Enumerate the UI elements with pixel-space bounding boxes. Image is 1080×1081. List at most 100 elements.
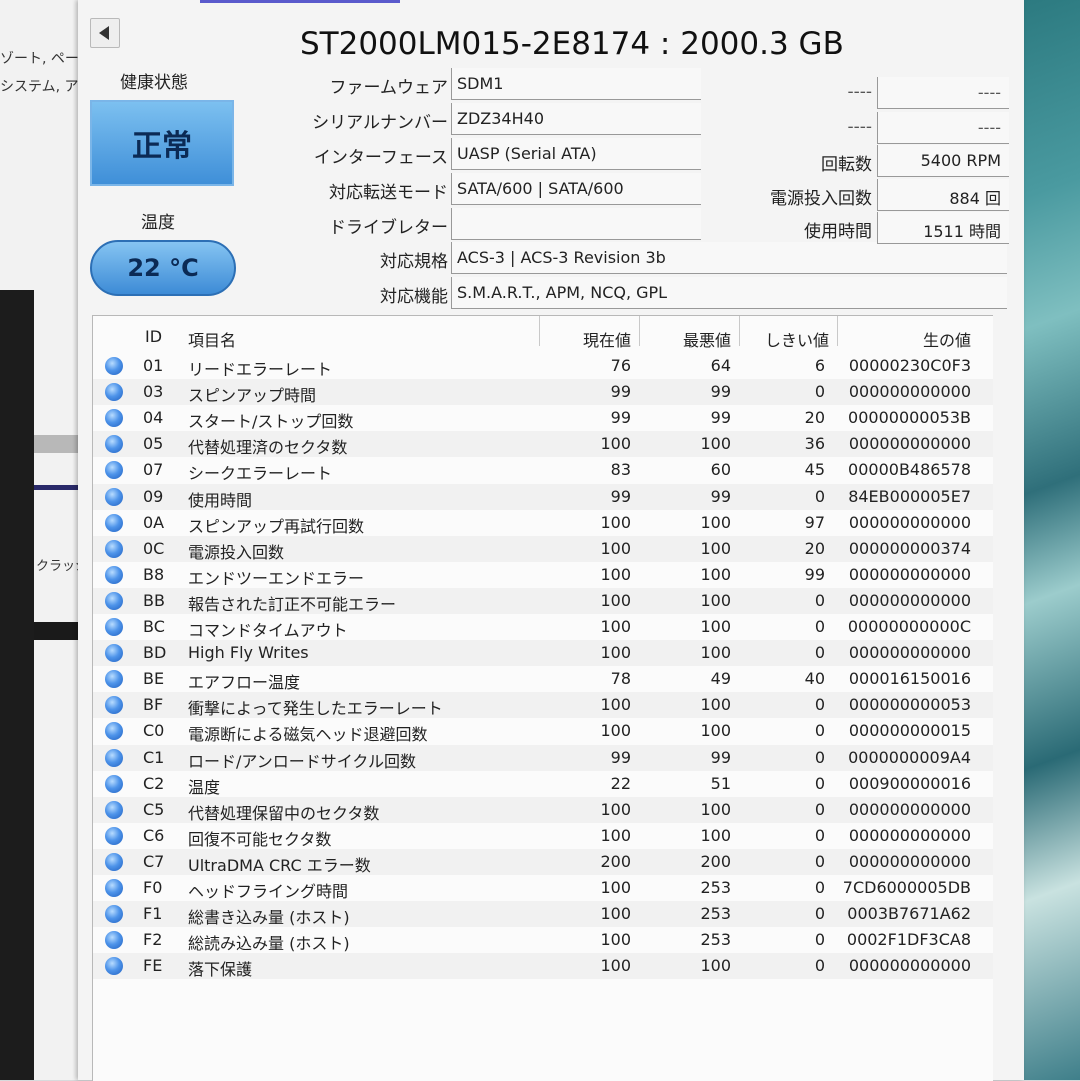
cell-id: C5 [143,799,165,819]
table-row[interactable]: BD High Fly Writes 100 100 0 000000000000 [93,640,993,667]
drive-letter-value [451,208,701,240]
cell-current: 22 [610,773,631,793]
cell-id: BD [143,643,167,663]
disk-title: ST2000LM015-2E8174 : 2000.3 GB [300,26,844,62]
cell-worst: 253 [700,904,731,924]
background-window: ゾート, ペー システム, ア クラッシ [0,0,88,1080]
table-row[interactable]: F2 総読み込み量 (ホスト) 100 253 0 0002F1DF3CA8 [93,927,993,953]
status-circle-icon [105,957,123,976]
cell-id: 07 [143,460,164,480]
table-row[interactable]: 07 シークエラーレート 83 60 45 00000B486578 [93,457,993,483]
cell-threshold: 36 [804,434,825,454]
cell-worst: 99 [710,747,731,767]
table-row[interactable]: C1 ロード/アンロードサイクル回数 99 99 0 0000000009A4 [93,744,993,771]
cell-raw: 000000000000 [848,643,971,663]
cell-current: 100 [600,721,631,741]
cell-threshold: 0 [814,904,825,924]
unused-label-1: ---- [847,82,872,102]
cell-name: 使用時間 [188,490,253,510]
table-row[interactable]: C2 温度 22 51 0 000900000016 [93,771,993,797]
cell-worst: 253 [700,878,731,897]
cell-worst: 100 [700,721,731,741]
health-status-button[interactable]: 正常 [90,100,234,186]
table-row[interactable]: BE エアフロー温度 78 49 40 000016150016 [93,666,993,692]
cell-current: 200 [600,851,631,871]
cell-threshold: 0 [814,930,825,950]
status-circle-icon [105,565,123,584]
table-row[interactable]: C5 代替処理保留中のセクタ数 100 100 0 000000000000 [93,796,993,823]
status-circle-icon [105,357,123,375]
cell-raw: 00000B486578 [848,460,971,480]
cell-threshold: 0 [814,643,825,663]
cell-name: スピンアップ時間 [188,386,317,406]
cell-worst: 100 [700,617,731,636]
table-row[interactable]: 04 スタート/ストップ回数 99 99 20 00000000053B [93,405,993,431]
cell-threshold: 0 [814,851,825,871]
cell-threshold: 0 [814,825,825,845]
temperature-badge[interactable]: 22 °C [90,240,236,296]
cell-current: 99 [610,408,631,428]
cell-worst: 100 [700,643,731,663]
cell-name: エアフロー温度 [188,673,301,693]
cell-id: 09 [143,486,164,506]
table-row[interactable]: C0 電源断による磁気ヘッド退避回数 100 100 0 000000000015 [93,718,993,744]
cell-id: FE [143,956,163,976]
table-row[interactable]: 0A スピンアップ再試行回数 100 100 97 000000000000 [93,510,993,536]
background-text-1: ゾート, ペー [0,51,79,67]
temperature-label: 温度 [141,213,175,233]
background-divider [34,485,82,490]
features-label: 対応機能 [380,287,448,307]
column-header-name[interactable]: 項目名 [188,327,236,351]
cell-current: 78 [610,669,631,689]
cell-id: 0A [143,512,165,532]
cell-name: ロード/アンロードサイクル回数 [188,751,416,771]
table-row[interactable]: 03 スピンアップ時間 99 99 0 000000000000 [93,379,993,406]
column-header-threshold[interactable]: しきい値 [739,327,829,351]
table-row[interactable]: B8 エンドツーエンドエラー 100 100 99 000000000000 [93,562,993,588]
table-row[interactable]: F0 ヘッドフライング時間 100 253 0 7CD6000005DB [93,875,993,901]
previous-disk-button[interactable] [90,18,120,48]
cell-raw: 000016150016 [848,669,971,689]
cell-raw: 000000000015 [848,721,971,741]
column-header-raw[interactable]: 生の値 [837,327,971,351]
cell-name: 代替処理保留中のセクタ数 [188,803,380,823]
status-circle-icon [105,879,123,897]
status-circle-icon [105,931,123,950]
cell-threshold: 0 [814,747,825,767]
table-row[interactable]: 0C 電源投入回数 100 100 20 000000000374 [93,535,993,562]
column-header-id[interactable]: ID [145,327,162,346]
column-header-current[interactable]: 現在値 [539,327,631,351]
table-row[interactable]: F1 総書き込み量 (ホスト) 100 253 0 0003B7671A62 [93,901,993,928]
cell-threshold: 0 [814,382,825,402]
table-row[interactable]: BC コマンドタイムアウト 100 100 0 00000000000C [93,614,993,640]
cell-threshold: 0 [814,721,825,741]
status-circle-icon [105,513,123,532]
unused-value-1: ---- [877,77,1009,109]
table-row[interactable]: BB 報告された訂正不可能エラー 100 100 0 000000000000 [93,587,993,614]
status-circle-icon [105,748,123,767]
cell-id: C0 [143,721,165,741]
table-row[interactable]: 09 使用時間 99 99 0 84EB000005E7 [93,483,993,510]
table-row[interactable]: FE 落下保護 100 100 0 000000000000 [93,953,993,980]
cell-worst: 100 [700,825,731,845]
cell-threshold: 40 [804,669,825,689]
cell-current: 100 [600,434,631,454]
cell-current: 100 [600,904,631,924]
cell-name: スタート/ストップ回数 [188,412,354,432]
column-header-worst[interactable]: 最悪値 [639,327,731,351]
cell-threshold: 0 [814,773,825,793]
table-row[interactable]: 01 リードエラーレート 76 64 6 00000230C0F3 [93,353,993,379]
table-row[interactable]: 05 代替処理済のセクタ数 100 100 36 000000000000 [93,431,993,458]
serial-label: シリアルナンバー [312,113,448,133]
table-row[interactable]: BF 衝撃によって発生したエラーレート 100 100 0 000000000053 [93,692,993,719]
table-row[interactable]: C7 UltraDMA CRC エラー数 200 200 0 000000000000 [93,848,993,875]
cell-worst: 100 [700,434,731,454]
cell-name: スピンアップ再試行回数 [188,516,365,536]
cell-name: 温度 [188,777,221,797]
cell-name: 電源断による磁気ヘッド退避回数 [188,725,428,745]
table-row[interactable]: C6 回復不可能セクタ数 100 100 0 000000000000 [93,823,993,849]
cell-threshold: 0 [814,617,825,636]
cell-current: 99 [610,486,631,506]
cell-worst: 253 [700,930,731,950]
smart-attributes-table[interactable]: ID 項目名 現在値 最悪値 しきい値 生の値 01 リードエラーレート 76 64 6… [92,315,993,1081]
